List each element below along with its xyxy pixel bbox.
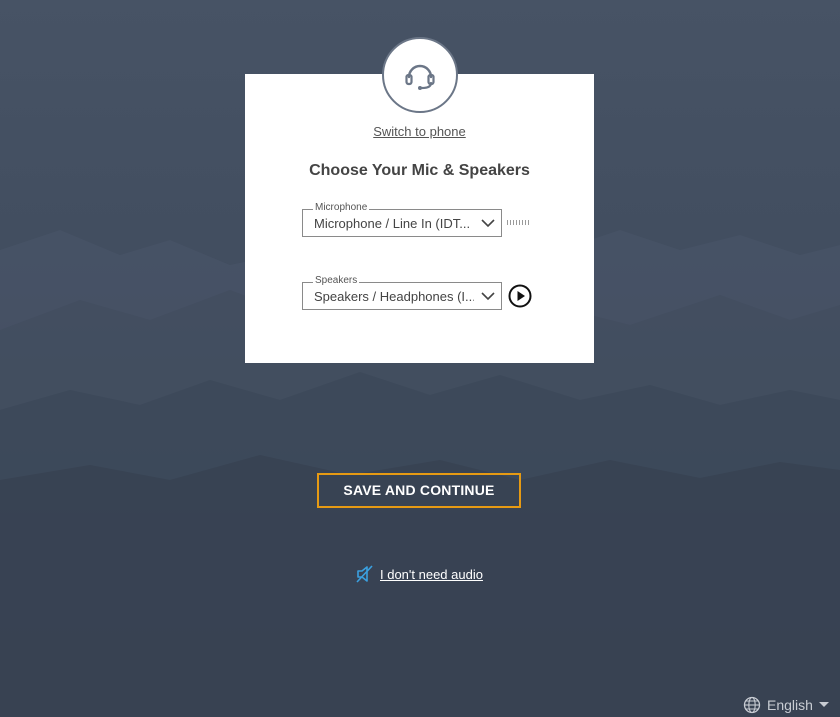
save-and-continue-button[interactable]: SAVE AND CONTINUE: [317, 473, 521, 508]
no-audio-label: I don't need audio: [380, 566, 483, 582]
speakers-value: Speakers / Headphones (I...: [314, 289, 474, 304]
speakers-legend: Speakers: [313, 275, 360, 287]
globe-icon: [743, 696, 761, 714]
microphone-level-meter: [507, 220, 529, 225]
language-selector[interactable]: English: [743, 696, 829, 714]
test-speaker-play-button[interactable]: [508, 284, 532, 308]
dialog-title: Choose Your Mic & Speakers: [309, 162, 530, 179]
speakers-select[interactable]: Speakers Speakers / Headphones (I...: [302, 275, 502, 310]
speaker-muted-icon: [356, 565, 373, 583]
microphone-value: Microphone / Line In (IDT...: [314, 216, 471, 231]
switch-to-phone-link[interactable]: Switch to phone: [245, 124, 594, 139]
no-audio-link[interactable]: I don't need audio: [356, 565, 483, 583]
caret-down-icon: [818, 702, 829, 707]
microphone-select[interactable]: Microphone Microphone / Line In (IDT...: [302, 202, 502, 237]
language-label: English: [767, 697, 813, 713]
avatar: [382, 37, 458, 113]
microphone-legend: Microphone: [313, 202, 370, 214]
headset-icon: [405, 64, 435, 90]
chevron-down-icon: [481, 292, 495, 301]
chevron-down-icon: [481, 219, 495, 228]
